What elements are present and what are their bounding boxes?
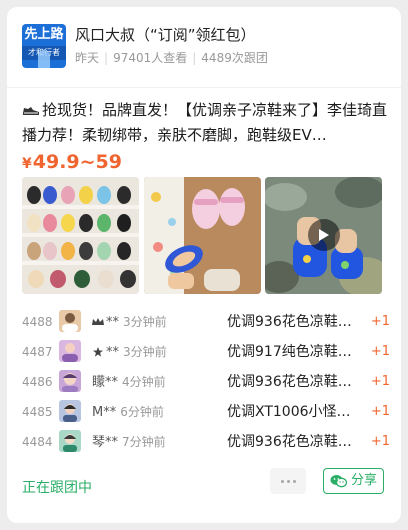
order-time: 6分钟前	[120, 405, 164, 419]
buyer-name-text: **	[106, 315, 119, 330]
description-text: 抢现货！品牌直发！【优调亲子凉鞋来了】李佳琦直播力荐！柔韧绑带，亲肤不磨脚，跑鞋…	[22, 101, 388, 144]
order-quantity: +1	[370, 434, 390, 449]
photo-grid	[22, 177, 389, 294]
buyer-avatar	[59, 430, 81, 452]
person-icon	[62, 343, 78, 362]
dot-icon	[280, 479, 284, 483]
order-time: 4分钟前	[122, 375, 166, 389]
sandals-illustration	[144, 177, 261, 294]
order-item: 优调936花色凉鞋…	[227, 314, 352, 330]
order-item: 优调XT1006小怪兽…	[227, 404, 363, 420]
buyer-avatar	[59, 370, 81, 392]
order-row[interactable]: 4484 琴** 7分钟前 优调936花色凉鞋… +1	[22, 427, 392, 457]
buyer-name-text: M**	[92, 405, 117, 420]
order-quantity: +1	[370, 344, 390, 359]
order-row[interactable]: 4488 ** 3分钟前 优调936花色凉鞋… +1	[22, 307, 392, 337]
kids-sandals-photo[interactable]	[144, 177, 261, 294]
order-row[interactable]: 4485 M** 6分钟前 优调XT1006小怪兽… +1	[22, 397, 392, 427]
order-list: 4488 ** 3分钟前 优调936花色凉鞋… +1 4487 ** 3分钟前 优调…	[22, 307, 392, 457]
currency-symbol: ¥	[22, 156, 32, 172]
view-count: 97401人查看	[113, 51, 188, 65]
order-number: 4484	[22, 435, 53, 449]
buyer-name-text: 琴**	[92, 435, 119, 450]
meta-divider: |	[104, 51, 109, 65]
price: ¥49.9~59	[22, 151, 122, 175]
buyer-name: 矇** 4分钟前	[92, 373, 166, 392]
buyer-avatar	[59, 310, 81, 332]
avatar-figure-icon	[38, 50, 50, 68]
blue-sandals-video[interactable]	[265, 177, 382, 294]
crown-icon	[92, 318, 104, 325]
order-number: 4487	[22, 345, 53, 359]
post-header: 先上路 才和行者 风口大叔（“订阅”领红包） 昨天 | 97401人查看 | 4489次…	[22, 23, 392, 73]
share-button[interactable]: 分享	[323, 468, 384, 494]
person-icon	[63, 434, 77, 452]
order-time: 7分钟前	[122, 435, 166, 449]
star-icon	[93, 347, 103, 357]
post-description[interactable]: 抢现货！品牌直发！【优调亲子凉鞋来了】李佳琦直播力荐！柔韧绑带，亲肤不磨脚，跑鞋…	[22, 98, 390, 148]
person-icon	[63, 404, 77, 422]
sneaker-icon	[23, 107, 39, 115]
meta-divider: |	[192, 51, 197, 65]
order-item: 优调936花色凉鞋…	[227, 434, 352, 450]
header-divider	[7, 87, 401, 88]
follow-count: 4489次跟团	[201, 51, 268, 65]
order-row[interactable]: 4486 矇** 4分钟前 优调936花色凉鞋… +1	[22, 367, 392, 397]
more-button[interactable]	[270, 468, 306, 494]
order-quantity: +1	[370, 314, 390, 329]
buyer-avatar	[59, 400, 81, 422]
order-number: 4485	[22, 405, 53, 419]
buyer-name: ** 3分钟前	[92, 313, 167, 332]
dot-icon	[292, 479, 296, 483]
order-item: 优调936花色凉鞋…	[227, 374, 352, 390]
order-number: 4486	[22, 375, 53, 389]
order-row[interactable]: 4487 ** 3分钟前 优调917纯色凉鞋… +1	[22, 337, 392, 367]
price-range: 49.9~59	[32, 151, 122, 173]
order-time: 3分钟前	[123, 345, 167, 359]
wechat-icon	[330, 475, 347, 488]
shoe-shelf-photo[interactable]	[22, 177, 139, 294]
buyer-name: ** 3分钟前	[92, 343, 167, 362]
order-number: 4488	[22, 315, 53, 329]
order-item: 优调917纯色凉鞋…	[227, 344, 352, 360]
person-icon	[62, 373, 78, 392]
author-title[interactable]: 风口大叔（“订阅”领红包）	[75, 25, 256, 45]
dot-icon	[286, 479, 290, 483]
buyer-name: M** 6分钟前	[92, 403, 164, 422]
order-time: 3分钟前	[123, 315, 167, 329]
buyer-avatar	[59, 340, 81, 362]
person-icon	[62, 313, 78, 332]
video-play-button[interactable]	[308, 219, 340, 251]
share-label: 分享	[350, 473, 377, 488]
post-time: 昨天	[75, 51, 100, 65]
buyer-name-text: 矇**	[92, 375, 119, 390]
play-icon	[319, 229, 329, 241]
avatar-text-top: 先上路	[24, 27, 64, 42]
shelf-illustration	[22, 177, 139, 294]
post-meta: 昨天 | 97401人查看 | 4489次跟团	[75, 50, 268, 66]
buyer-name: 琴** 7分钟前	[92, 433, 166, 452]
author-avatar[interactable]: 先上路 才和行者	[22, 24, 66, 68]
order-quantity: +1	[370, 404, 390, 419]
following-status[interactable]: 正在跟团中	[22, 479, 92, 497]
buyer-name-text: **	[106, 345, 119, 360]
group-buy-card[interactable]: 先上路 才和行者 风口大叔（“订阅”领红包） 昨天 | 97401人查看 | 4489次…	[7, 7, 401, 523]
order-quantity: +1	[370, 374, 390, 389]
